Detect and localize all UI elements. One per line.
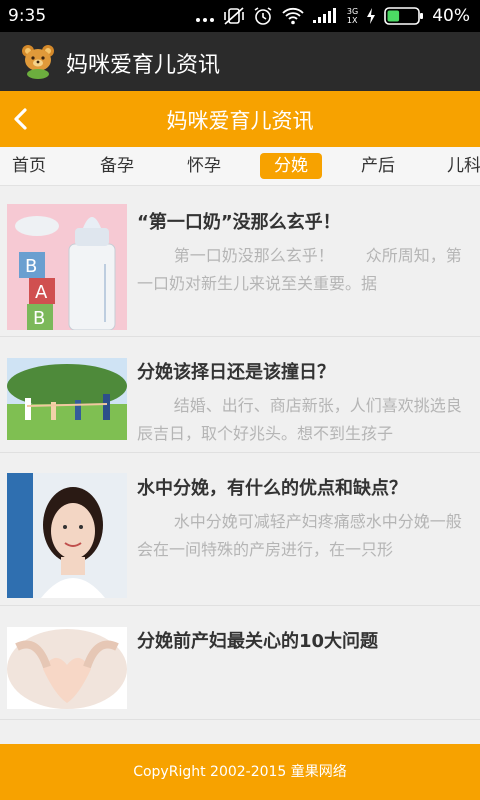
status-bar: 9:35 3G 1X 40%	[0, 0, 480, 32]
tab-fenmian[interactable]: 分娩	[260, 153, 322, 179]
article-thumbnail	[7, 473, 127, 598]
status-time: 9:35	[8, 6, 47, 26]
tab-chanhou[interactable]: 产后	[361, 153, 395, 179]
article-summary: 第一口奶没那么玄乎！ 众所周知，第一口奶对新生儿来说至关重要。据	[137, 246, 462, 293]
tab-erke[interactable]: 儿科	[447, 153, 480, 179]
charging-icon	[366, 8, 376, 24]
article-thumbnail	[7, 358, 127, 440]
article-thumbnail: B A B	[7, 204, 127, 330]
article-summary: 结婚、出行、商店新张，人们喜欢挑选良辰吉日，取个好兆头。想不到生孩子	[137, 396, 462, 443]
list-item[interactable]: B A B “第一口奶”没那么玄乎！ 第一口奶没那么玄乎！ 众所周知，第一口奶对…	[0, 186, 480, 337]
tab-huaiyun[interactable]: 怀孕	[187, 153, 221, 179]
article-title: 水中分娩，有什么的优点和缺点？	[137, 478, 407, 499]
list-item[interactable]: 水中分娩，有什么的优点和缺点？ 水中分娩可减轻产妇疼痛感水中分娩一般会在一间特殊…	[0, 452, 480, 606]
battery-percent: 40%	[432, 6, 470, 26]
svg-text:B: B	[33, 308, 45, 329]
more-dots-icon	[195, 8, 215, 24]
list-item[interactable]: 分娩该择日还是该撞日？ 结婚、出行、商店新张，人们喜欢挑选良辰吉日，取个好兆头。…	[0, 336, 480, 453]
battery-icon	[384, 7, 424, 25]
teddy-bear-icon	[20, 43, 56, 79]
page-title: 妈咪爱育儿资讯	[166, 109, 314, 133]
article-thumbnail	[7, 627, 127, 709]
copyright-text: CopyRight 2002-2015 童果网络	[133, 764, 347, 780]
tab-beiyun[interactable]: 备孕	[100, 153, 134, 179]
network-type: 3G 1X	[347, 7, 358, 25]
article-summary: 水中分娩可减轻产妇疼痛感水中分娩一般会在一间特殊的产房进行，在一只形	[137, 512, 462, 559]
category-tabs: 首页 备孕 怀孕 分娩 产后 儿科	[0, 147, 480, 186]
title-bar: 妈咪爱育儿资讯	[0, 91, 480, 147]
list-item[interactable]: 分娩前产妇最关心的10大问题	[0, 605, 480, 720]
footer: CopyRight 2002-2015 童果网络	[0, 744, 480, 800]
wifi-icon	[281, 7, 305, 25]
article-title: 分娩该择日还是该撞日？	[137, 362, 335, 383]
article-title: 分娩前产妇最关心的10大问题	[137, 631, 379, 652]
article-title: “第一口奶”没那么玄乎！	[137, 212, 341, 233]
signal-icon	[312, 8, 339, 24]
vibrate-off-icon	[223, 6, 245, 26]
network-type-sub: 1X	[346, 16, 358, 25]
status-icons: 3G 1X 40%	[195, 6, 470, 26]
svg-text:A: A	[35, 282, 48, 303]
app-bar: 妈咪爱育儿资讯	[0, 32, 480, 91]
svg-text:B: B	[25, 256, 37, 277]
alarm-icon	[253, 6, 273, 26]
tab-shouye[interactable]: 首页	[12, 153, 46, 179]
network-type-label: 3G	[346, 7, 359, 16]
app-title: 妈咪爱育儿资讯	[66, 53, 221, 78]
article-list: B A B “第一口奶”没那么玄乎！ 第一口奶没那么玄乎！ 众所周知，第一口奶对…	[0, 186, 480, 744]
